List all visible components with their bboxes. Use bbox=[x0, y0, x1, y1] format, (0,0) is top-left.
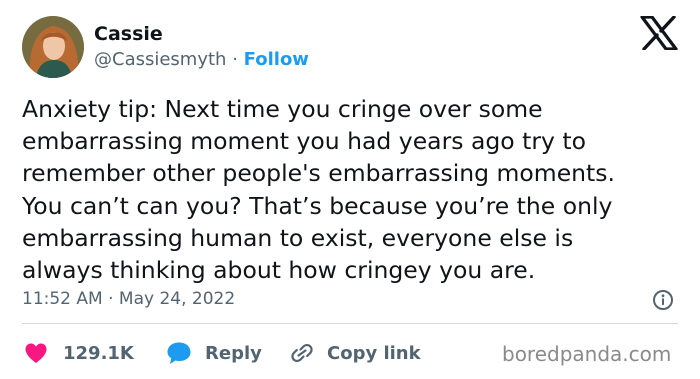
reply-button[interactable]: Reply bbox=[166, 341, 262, 365]
copy-link-label: Copy link bbox=[327, 342, 421, 364]
heart-icon bbox=[25, 343, 47, 363]
handle-separator: · bbox=[232, 49, 238, 70]
speech-bubble-icon bbox=[167, 342, 191, 364]
author-handle[interactable]: @Cassiesmyth bbox=[94, 49, 226, 70]
avatar-photo bbox=[22, 16, 84, 78]
tweet-text: Anxiety tip: Next time you cringe over s… bbox=[22, 95, 615, 285]
tweet-card: Cassie @Cassiesmyth · Follow Anxiety tip… bbox=[0, 0, 700, 379]
like-count: 129.1K bbox=[63, 342, 134, 364]
tweet-timestamp[interactable]: 11:52 AM · May 24, 2022 bbox=[22, 288, 235, 310]
author-name[interactable]: Cassie bbox=[94, 23, 163, 45]
avatar[interactable] bbox=[22, 16, 84, 78]
x-logo-icon[interactable] bbox=[640, 16, 678, 50]
like-button[interactable]: 129.1K bbox=[24, 341, 134, 365]
handle-row: @Cassiesmyth · Follow bbox=[94, 49, 309, 71]
reply-label: Reply bbox=[205, 342, 262, 364]
follow-button[interactable]: Follow bbox=[244, 49, 309, 70]
link-icon bbox=[291, 343, 313, 363]
copy-link-button[interactable]: Copy link bbox=[289, 341, 421, 365]
divider bbox=[22, 323, 678, 324]
watermark: boredpanda.com bbox=[502, 342, 672, 366]
info-icon[interactable] bbox=[652, 289, 674, 311]
